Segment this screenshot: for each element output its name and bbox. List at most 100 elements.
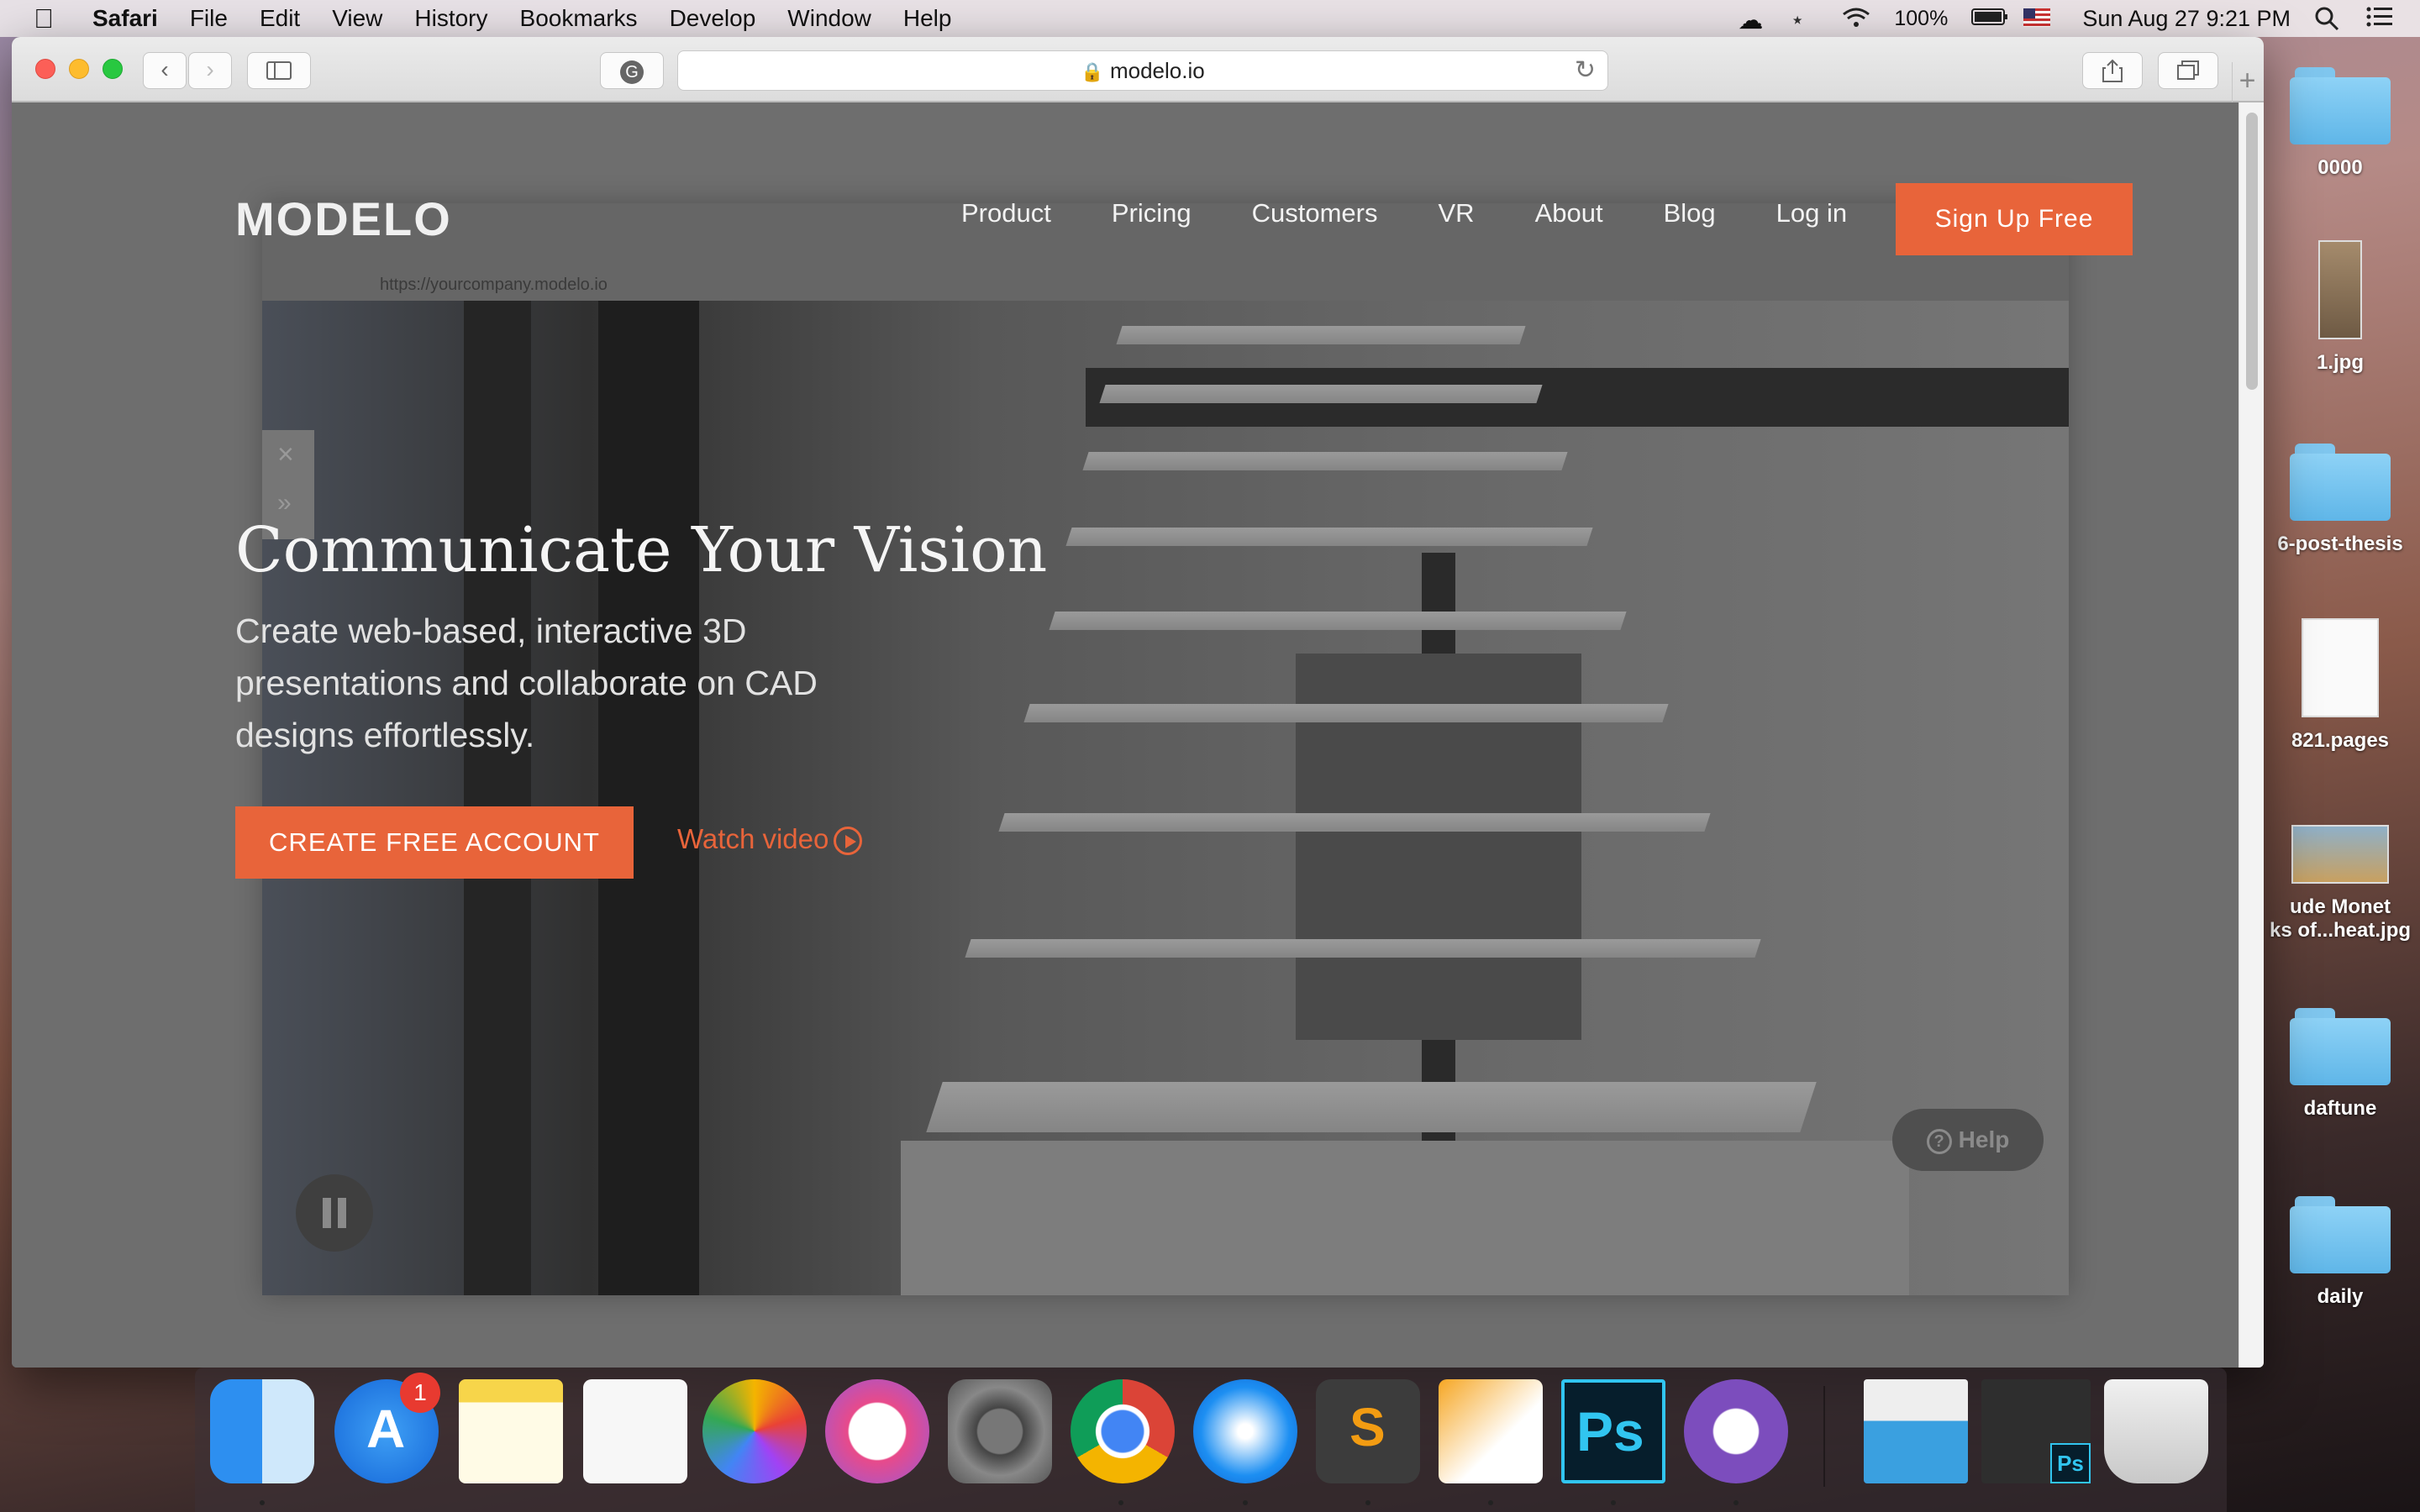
new-tab-button[interactable]: + bbox=[2232, 62, 2262, 102]
running-indicator bbox=[1611, 1500, 1616, 1505]
sublime-text-icon[interactable]: S bbox=[1316, 1379, 1420, 1483]
desktop-item-label: daftune bbox=[2303, 1097, 2377, 1120]
desktop-item-1jpg[interactable]: 1.jpg bbox=[2269, 240, 2412, 375]
spotlight-search-icon[interactable] bbox=[2314, 6, 2343, 31]
page-scrollbar[interactable] bbox=[2238, 102, 2264, 1368]
photoshop-badge-icon: Ps bbox=[2050, 1443, 2091, 1483]
stair-floor bbox=[901, 1141, 1909, 1295]
sidebar-toggle-button[interactable] bbox=[247, 52, 311, 89]
back-button[interactable]: ‹ bbox=[143, 52, 187, 89]
nav-product[interactable]: Product bbox=[961, 198, 1051, 228]
trash-icon[interactable] bbox=[2104, 1379, 2208, 1483]
tabs-overview-button[interactable] bbox=[2158, 52, 2218, 89]
create-account-button[interactable]: CREATE FREE ACCOUNT bbox=[235, 806, 634, 879]
notification-center-icon[interactable] bbox=[2366, 6, 2395, 31]
menu-file[interactable]: File bbox=[190, 5, 228, 32]
github-desktop-icon[interactable] bbox=[1684, 1379, 1788, 1483]
tabs-icon bbox=[2177, 60, 2199, 80]
safari-icon[interactable] bbox=[1193, 1379, 1297, 1483]
share-button[interactable] bbox=[2082, 52, 2143, 89]
app-store-glyph: A bbox=[366, 1399, 406, 1459]
menu-edit[interactable]: Edit bbox=[260, 5, 300, 32]
safari-window: ‹ › G 🔒 modelo.io ↻ + https://yourcompan… bbox=[12, 37, 2264, 1368]
desktop-item-daftune[interactable]: daftune bbox=[2269, 1008, 2412, 1121]
app-store-icon[interactable]: A 1 bbox=[334, 1373, 440, 1483]
apple-menu-icon[interactable]:  bbox=[34, 4, 59, 33]
us-flag-icon[interactable] bbox=[2023, 6, 2052, 31]
reload-icon[interactable]: ↻ bbox=[1575, 51, 1596, 90]
menu-bar:  Safari File Edit View History Bookmark… bbox=[0, 0, 2420, 37]
desktop-item-label-2: ks of...heat.jpg bbox=[2269, 919, 2412, 942]
sublime-glyph: S bbox=[1349, 1397, 1386, 1457]
desktop-item-label: daily bbox=[2317, 1285, 2364, 1308]
menu-window[interactable]: Window bbox=[787, 5, 871, 32]
dock-separator bbox=[1823, 1386, 1825, 1487]
menu-app-name[interactable]: Safari bbox=[92, 5, 158, 32]
stair-tread bbox=[1065, 528, 1593, 546]
url-text: modelo.io bbox=[1109, 58, 1205, 83]
menu-view[interactable]: View bbox=[332, 5, 382, 32]
pause-button[interactable] bbox=[296, 1174, 373, 1252]
minimize-window-button[interactable] bbox=[69, 59, 89, 79]
desktop-item-0000[interactable]: 0000 bbox=[2269, 67, 2412, 180]
nav-pricing[interactable]: Pricing bbox=[1112, 198, 1192, 228]
status-area: ☁ ⋆ 100% Sun Aug 27 9:21 PM bbox=[1738, 0, 2395, 37]
close-window-button[interactable] bbox=[35, 59, 55, 79]
viewer-url: https://yourcompany.modelo.io bbox=[380, 276, 608, 294]
creative-cloud-icon[interactable]: ☁ bbox=[1738, 6, 1766, 34]
desktop-item-monet[interactable]: ude Monet ks of...heat.jpg bbox=[2269, 825, 2412, 942]
reminders-icon[interactable] bbox=[583, 1379, 687, 1483]
bluetooth-icon[interactable]: ⋆ bbox=[1790, 6, 1818, 33]
finder-icon[interactable] bbox=[210, 1379, 314, 1483]
sign-up-button[interactable]: Sign Up Free bbox=[1896, 183, 2133, 255]
window-frame bbox=[598, 301, 699, 1295]
modelo-logo[interactable]: MODELO bbox=[235, 192, 452, 246]
photoshop-glyph: Ps bbox=[1576, 1400, 1644, 1462]
photoshop-icon[interactable]: Ps bbox=[1561, 1379, 1665, 1483]
help-button[interactable]: ? Help bbox=[1892, 1109, 2044, 1171]
menu-bookmarks[interactable]: Bookmarks bbox=[520, 5, 638, 32]
watch-video-link[interactable]: Watch video bbox=[677, 823, 863, 856]
desktop-item-daily[interactable]: daily bbox=[2269, 1196, 2412, 1309]
menu-history[interactable]: History bbox=[414, 5, 487, 32]
nav-customers[interactable]: Customers bbox=[1252, 198, 1378, 228]
running-indicator bbox=[1243, 1500, 1248, 1505]
image-file-icon bbox=[2291, 825, 2389, 884]
close-icon[interactable]: × bbox=[277, 438, 294, 471]
clock[interactable]: Sun Aug 27 9:21 PM bbox=[2082, 6, 2291, 32]
desktop-item-label: 0000 bbox=[2317, 156, 2363, 179]
image-file-icon bbox=[2318, 240, 2362, 339]
chevron-right-icon: › bbox=[206, 56, 214, 82]
grammarly-extension-button[interactable]: G bbox=[600, 52, 664, 89]
chevron-double-right-icon[interactable]: » bbox=[277, 489, 292, 517]
system-preferences-icon[interactable] bbox=[948, 1379, 1052, 1483]
desktop-item-post-thesis[interactable]: 6-post-thesis bbox=[2269, 444, 2412, 556]
pages-icon[interactable] bbox=[1439, 1379, 1543, 1483]
nav-login[interactable]: Log in bbox=[1776, 198, 1847, 228]
address-bar[interactable]: 🔒 modelo.io ↻ bbox=[677, 50, 1608, 91]
chrome-icon[interactable] bbox=[1071, 1379, 1175, 1483]
menu-develop[interactable]: Develop bbox=[670, 5, 756, 32]
running-indicator bbox=[260, 1500, 265, 1505]
photoshop-document-icon[interactable]: Ps bbox=[1981, 1379, 2091, 1483]
battery-icon[interactable] bbox=[1971, 6, 2008, 31]
scroll-thumb[interactable] bbox=[2246, 113, 2258, 390]
stair-tread bbox=[926, 1082, 1817, 1132]
running-indicator bbox=[1488, 1500, 1493, 1505]
nav-blog[interactable]: Blog bbox=[1664, 198, 1716, 228]
notes-icon[interactable] bbox=[459, 1379, 563, 1483]
nav-vr[interactable]: VR bbox=[1438, 198, 1474, 228]
chevron-left-icon: ‹ bbox=[160, 56, 169, 82]
itunes-icon[interactable] bbox=[825, 1379, 929, 1483]
desktop-item-pages[interactable]: 821.pages bbox=[2269, 618, 2412, 753]
photos-icon[interactable] bbox=[702, 1379, 807, 1483]
grammarly-icon: G bbox=[620, 60, 644, 84]
forward-button[interactable]: › bbox=[188, 52, 232, 89]
battery-percent: 100% bbox=[1894, 6, 1949, 30]
preview-icon[interactable] bbox=[1864, 1379, 1968, 1483]
nav-about[interactable]: About bbox=[1535, 198, 1603, 228]
desktop-item-label: 6-post-thesis bbox=[2277, 533, 2403, 555]
menu-help[interactable]: Help bbox=[903, 5, 952, 32]
wifi-icon[interactable] bbox=[1842, 6, 1870, 31]
zoom-window-button[interactable] bbox=[103, 59, 123, 79]
